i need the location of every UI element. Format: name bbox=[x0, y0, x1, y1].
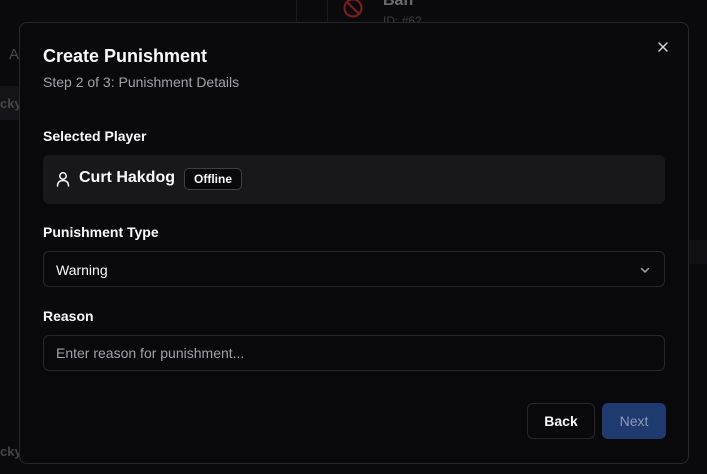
background-left-letter: A bbox=[9, 46, 20, 63]
next-button[interactable]: Next bbox=[602, 403, 666, 439]
background-row bbox=[689, 240, 707, 264]
dialog-title: Create Punishment bbox=[43, 46, 208, 66]
background-divider bbox=[327, 0, 328, 22]
player-name: Curt Hakdog bbox=[79, 169, 175, 186]
status-badge: Offline bbox=[184, 168, 242, 190]
close-icon[interactable] bbox=[655, 39, 671, 55]
back-button[interactable]: Back bbox=[527, 403, 595, 439]
punishment-type-label: Punishment Type bbox=[43, 224, 159, 240]
dialog-subtitle: Step 2 of 3: Punishment Details bbox=[43, 74, 240, 90]
ban-icon bbox=[343, 0, 363, 18]
create-punishment-dialog: Create Punishment Step 2 of 3: Punishmen… bbox=[19, 22, 689, 464]
selected-player-label: Selected Player bbox=[43, 128, 147, 144]
background-ban-title: Ban bbox=[383, 0, 414, 9]
selected-player-card: Curt Hakdog Offline bbox=[43, 155, 665, 204]
chevron-down-icon bbox=[640, 267, 650, 273]
reason-label: Reason bbox=[43, 308, 94, 324]
background-divider bbox=[296, 0, 297, 22]
punishment-type-select[interactable]: Warning bbox=[43, 251, 665, 287]
reason-input[interactable] bbox=[43, 335, 665, 371]
user-icon bbox=[56, 172, 70, 187]
punishment-type-value: Warning bbox=[56, 262, 108, 278]
